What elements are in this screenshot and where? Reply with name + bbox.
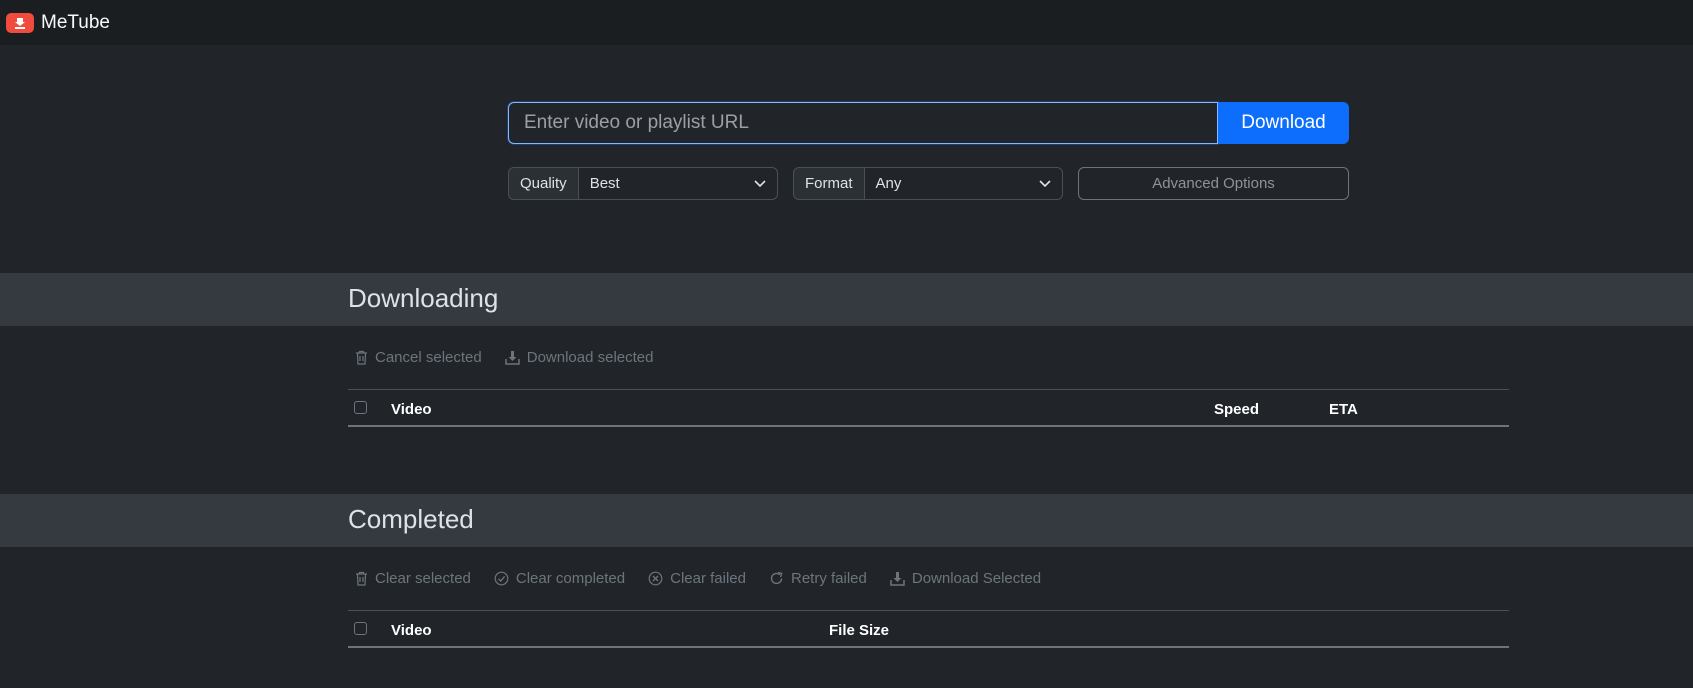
url-form: Download: [508, 102, 1349, 144]
quality-select[interactable]: Best: [577, 167, 778, 200]
completed-toolbar: Clear selected Clear completed Clear fai…: [355, 570, 1064, 587]
retry-failed-button[interactable]: Retry failed: [769, 570, 867, 587]
downloading-table-header: Video Speed ETA: [348, 389, 1509, 427]
format-value: Any: [875, 175, 902, 192]
download-selected-completed-button[interactable]: Download Selected: [890, 570, 1041, 587]
quality-label: Quality: [508, 167, 578, 200]
download-selected-completed-label: Download Selected: [911, 570, 1042, 587]
clear-selected-label: Clear selected: [375, 570, 471, 587]
download-icon: [6, 12, 34, 33]
quality-value: Best: [589, 175, 620, 192]
redo-icon: [770, 571, 783, 585]
clear-completed-button[interactable]: Clear completed: [494, 570, 625, 587]
check-circle-icon: [494, 571, 509, 586]
download-selected-label: Download selected: [526, 349, 654, 366]
advanced-options-button[interactable]: Advanced Options: [1078, 167, 1349, 200]
quality-group: Quality Best: [508, 167, 778, 200]
select-all-checkbox[interactable]: [354, 622, 367, 635]
select-all-checkbox[interactable]: [354, 401, 367, 414]
format-select[interactable]: Any: [863, 167, 1063, 200]
completed-table-header: Video File Size: [348, 610, 1509, 648]
download-icon: [504, 351, 520, 365]
retry-failed-label: Retry failed: [790, 570, 867, 587]
clear-selected-button[interactable]: Clear selected: [355, 570, 471, 587]
completed-table: Video File Size: [348, 610, 1509, 648]
clear-completed-label: Clear completed: [515, 570, 626, 587]
download-selected-button[interactable]: Download selected: [504, 349, 654, 366]
completed-title: Completed: [348, 504, 474, 534]
chevron-down-icon: [1039, 180, 1051, 188]
trash-icon: [356, 350, 367, 365]
url-input[interactable]: [508, 102, 1218, 144]
app-title[interactable]: MeTube: [41, 12, 110, 34]
completed-header: Completed: [0, 494, 1693, 547]
column-video: Video: [391, 622, 432, 639]
chevron-down-icon: [754, 180, 766, 188]
column-speed: Speed: [1214, 401, 1260, 418]
clear-failed-button[interactable]: Clear failed: [648, 570, 746, 587]
x-circle-icon: [648, 571, 663, 586]
column-video: Video: [391, 401, 432, 418]
downloading-title: Downloading: [348, 283, 499, 313]
format-group: Format Any: [793, 167, 1063, 200]
downloading-toolbar: Cancel selected Download selected: [355, 349, 676, 366]
column-eta: ETA: [1329, 401, 1358, 418]
column-file-size: File Size: [829, 622, 890, 639]
downloading-table: Video Speed ETA: [348, 389, 1509, 427]
clear-failed-label: Clear failed: [670, 570, 746, 587]
download-icon: [890, 572, 905, 586]
format-label: Format: [793, 167, 864, 200]
cancel-selected-label: Cancel selected: [375, 349, 482, 366]
navbar: MeTube: [0, 0, 1693, 45]
download-button[interactable]: Download: [1218, 102, 1349, 144]
cancel-selected-button[interactable]: Cancel selected: [355, 349, 482, 366]
downloading-header: Downloading: [0, 273, 1693, 326]
trash-icon: [356, 571, 367, 586]
